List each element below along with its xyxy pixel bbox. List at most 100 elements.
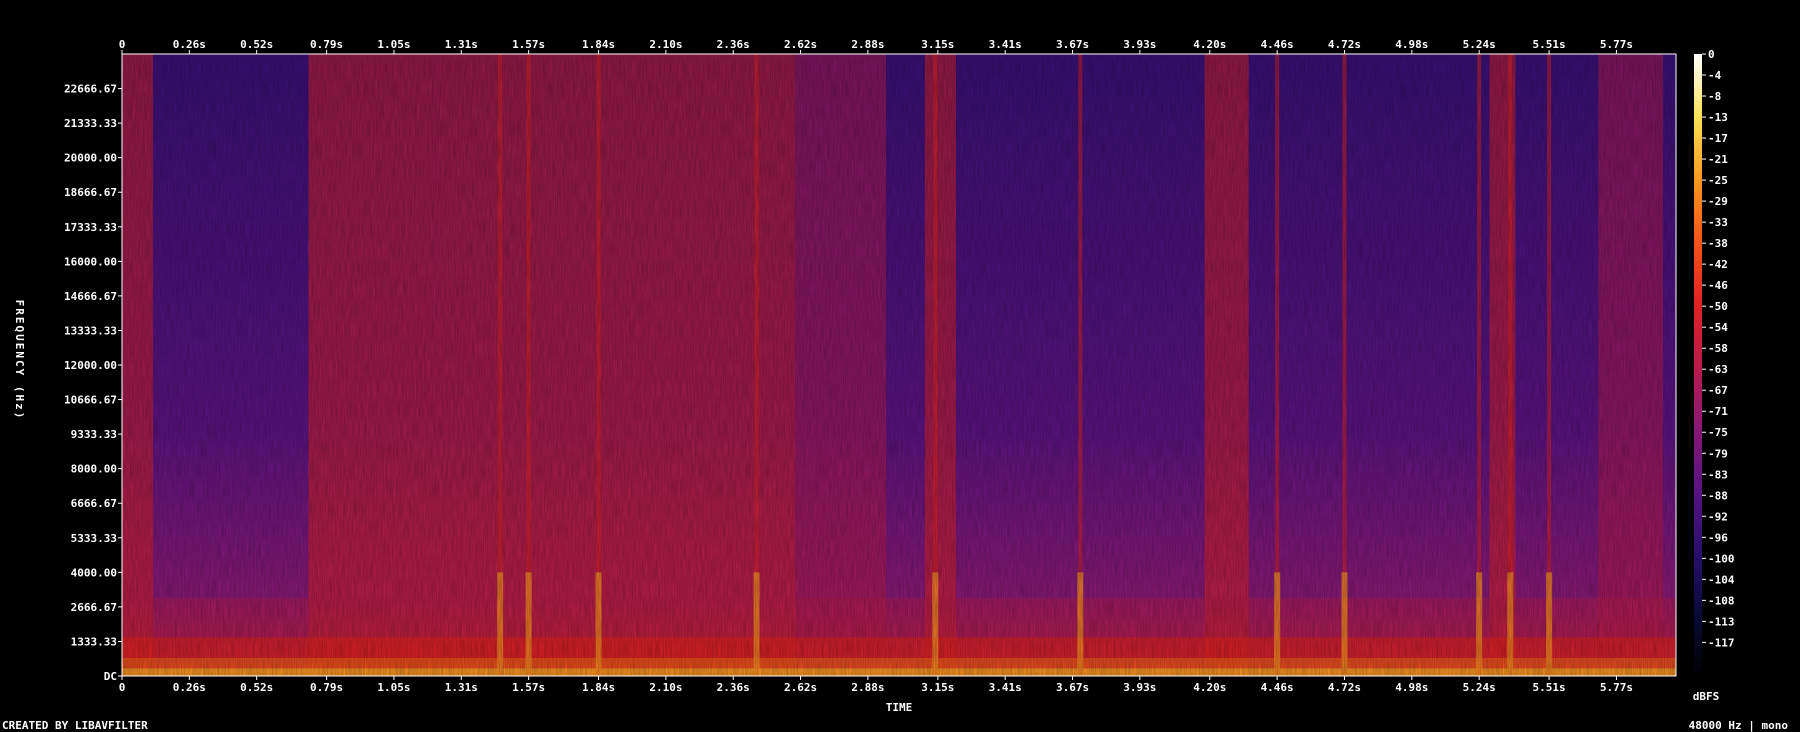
x-axis-label: TIME [886, 701, 913, 714]
colorbar-tick-label: -63 [1708, 363, 1728, 376]
colorbar-tick-label: -96 [1708, 531, 1728, 544]
colorbar-tick-label: -13 [1708, 111, 1728, 124]
x-tick-label-bottom: 1.05s [377, 681, 410, 694]
x-tick-label-top: 3.15s [921, 38, 954, 51]
x-tick-label-top: 2.62s [784, 38, 817, 51]
colorbar-tick-label: -29 [1708, 195, 1728, 208]
x-tick-label-top: 2.10s [649, 38, 682, 51]
x-tick-label-top: 5.24s [1463, 38, 1496, 51]
colorbar-tick-label: -71 [1708, 405, 1728, 418]
y-axis-label: FREQUENCY (Hz) [13, 300, 26, 421]
colorbar-tick-label: -38 [1708, 237, 1728, 250]
x-tick-label-bottom: 3.67s [1056, 681, 1089, 694]
colorbar-tick-label: -58 [1708, 342, 1728, 355]
y-tick-label: 6666.67 [71, 497, 117, 510]
colorbar-tick-label: -25 [1708, 174, 1728, 187]
x-tick-label-bottom: 0.52s [240, 681, 273, 694]
x-tick-label-top: 1.31s [445, 38, 478, 51]
x-tick-label-top: 3.93s [1123, 38, 1156, 51]
x-tick-label-bottom: 5.24s [1463, 681, 1496, 694]
y-tick-label: 14666.67 [64, 290, 117, 303]
colorbar-tick-label: -33 [1708, 216, 1728, 229]
colorbar-tick-label: 0 [1708, 48, 1715, 61]
x-tick-label-top: 4.46s [1261, 38, 1294, 51]
y-tick-label: 5333.33 [71, 532, 117, 545]
colorbar-tick-label: -104 [1708, 573, 1735, 586]
x-tick-label-top: 2.36s [717, 38, 750, 51]
x-tick-label-top: 3.41s [989, 38, 1022, 51]
y-axis: 22666.67 21333.33 20000.00 18666.67 17333.33… [64, 83, 122, 683]
colorbar-tick-label: -50 [1708, 300, 1728, 313]
x-tick-label-bottom: 5.77s [1600, 681, 1633, 694]
x-tick-label-top: 2.88s [851, 38, 884, 51]
x-tick-label-bottom: 1.31s [445, 681, 478, 694]
x-tick-label-top: 5.51s [1533, 38, 1566, 51]
x-tick-label-bottom: 2.10s [649, 681, 682, 694]
x-tick-label-top: 0.26s [173, 38, 206, 51]
x-tick-label-top: 3.67s [1056, 38, 1089, 51]
x-axis-top: 0 0.26s 0.52s 0.79s 1.05s 1.31s 1.57s 1.84s 2.10… [119, 38, 1633, 54]
colorbar-tick-label: -79 [1708, 447, 1728, 460]
x-tick-label-bottom: 1.84s [582, 681, 615, 694]
x-axis-bottom: 0 0.26s 0.52s 0.79s 1.05s 1.31s 1.57s 1.84s 2.10… [119, 676, 1633, 694]
colorbar-tick-label: -54 [1708, 321, 1728, 334]
colorbar-tick-label: -67 [1708, 384, 1728, 397]
noise-texture [122, 54, 1676, 676]
colorbar-tick-label: -75 [1708, 426, 1728, 439]
y-tick-label: 18666.67 [64, 186, 117, 199]
spectrogram-chart: 0 0.26s 0.52s 0.79s 1.05s 1.31s 1.57s 1.84s 2.10… [13, 38, 1735, 714]
colorbar-tick-label: -108 [1708, 594, 1735, 607]
y-tick-label: 2666.67 [71, 601, 117, 614]
y-tick-label: 10666.67 [64, 394, 117, 407]
x-tick-label-bottom: 2.88s [851, 681, 884, 694]
x-tick-label-bottom: 3.41s [989, 681, 1022, 694]
colorbar: 0 -4 -8 -13 -17 -21 -25 -29 -33 -38 -42 -46 -50 -54 -5… [1694, 48, 1735, 676]
y-tick-label: 1333.33 [71, 635, 117, 648]
footer-format: 48000 Hz | mono [1688, 719, 1788, 732]
x-tick-label-bottom: 0.79s [310, 681, 343, 694]
x-tick-label-top: 4.72s [1328, 38, 1361, 51]
colorbar-tick-label: -92 [1708, 510, 1728, 523]
colorbar-gradient [1694, 54, 1702, 676]
spectrogram-plot [121, 53, 1677, 677]
colorbar-tick-label: -42 [1708, 258, 1728, 271]
y-tick-label: 22666.67 [64, 83, 117, 96]
x-tick-label-bottom: 4.20s [1193, 681, 1226, 694]
y-tick-label: 8000.00 [71, 463, 117, 476]
colorbar-tick-label: -83 [1708, 468, 1728, 481]
x-tick-label-top: 1.57s [512, 38, 545, 51]
x-tick-label-top: 0.79s [310, 38, 343, 51]
x-tick-label-bottom: 4.72s [1328, 681, 1361, 694]
x-tick-label-bottom: 2.62s [784, 681, 817, 694]
colorbar-tick-label: -17 [1708, 132, 1728, 145]
y-tick-label: 9333.33 [71, 428, 117, 441]
colorbar-tick-label: -100 [1708, 552, 1735, 565]
x-tick-label-bottom: 0 [119, 681, 126, 694]
x-tick-label-bottom: 3.15s [921, 681, 954, 694]
x-tick-label-bottom: 4.98s [1395, 681, 1428, 694]
colorbar-tick-label: -46 [1708, 279, 1728, 292]
x-tick-label-top: 5.77s [1600, 38, 1633, 51]
y-tick-label: 21333.33 [64, 117, 117, 130]
y-tick-label: 13333.33 [64, 324, 117, 337]
y-tick-label: DC [104, 670, 117, 683]
footer-credit: CREATED BY LIBAVFILTER [2, 719, 148, 732]
y-tick-label: 16000.00 [64, 255, 117, 268]
x-tick-label-top: 1.05s [377, 38, 410, 51]
colorbar-unit-label: dBFS [1693, 690, 1720, 703]
colorbar-tick-label: -21 [1708, 153, 1728, 166]
x-tick-label-bottom: 0.26s [173, 681, 206, 694]
y-tick-label: 17333.33 [64, 221, 117, 234]
x-tick-label-bottom: 5.51s [1533, 681, 1566, 694]
x-tick-label-top: 4.98s [1395, 38, 1428, 51]
y-tick-label: 20000.00 [64, 152, 117, 165]
x-tick-label-bottom: 2.36s [717, 681, 750, 694]
x-tick-label-bottom: 1.57s [512, 681, 545, 694]
x-tick-label-top: 0.52s [240, 38, 273, 51]
x-tick-label-top: 1.84s [582, 38, 615, 51]
x-tick-label-top: 4.20s [1193, 38, 1226, 51]
colorbar-tick-label: -4 [1708, 69, 1722, 82]
x-tick-label-bottom: 4.46s [1261, 681, 1294, 694]
x-tick-label-bottom: 3.93s [1123, 681, 1156, 694]
colorbar-tick-label: -8 [1708, 90, 1721, 103]
